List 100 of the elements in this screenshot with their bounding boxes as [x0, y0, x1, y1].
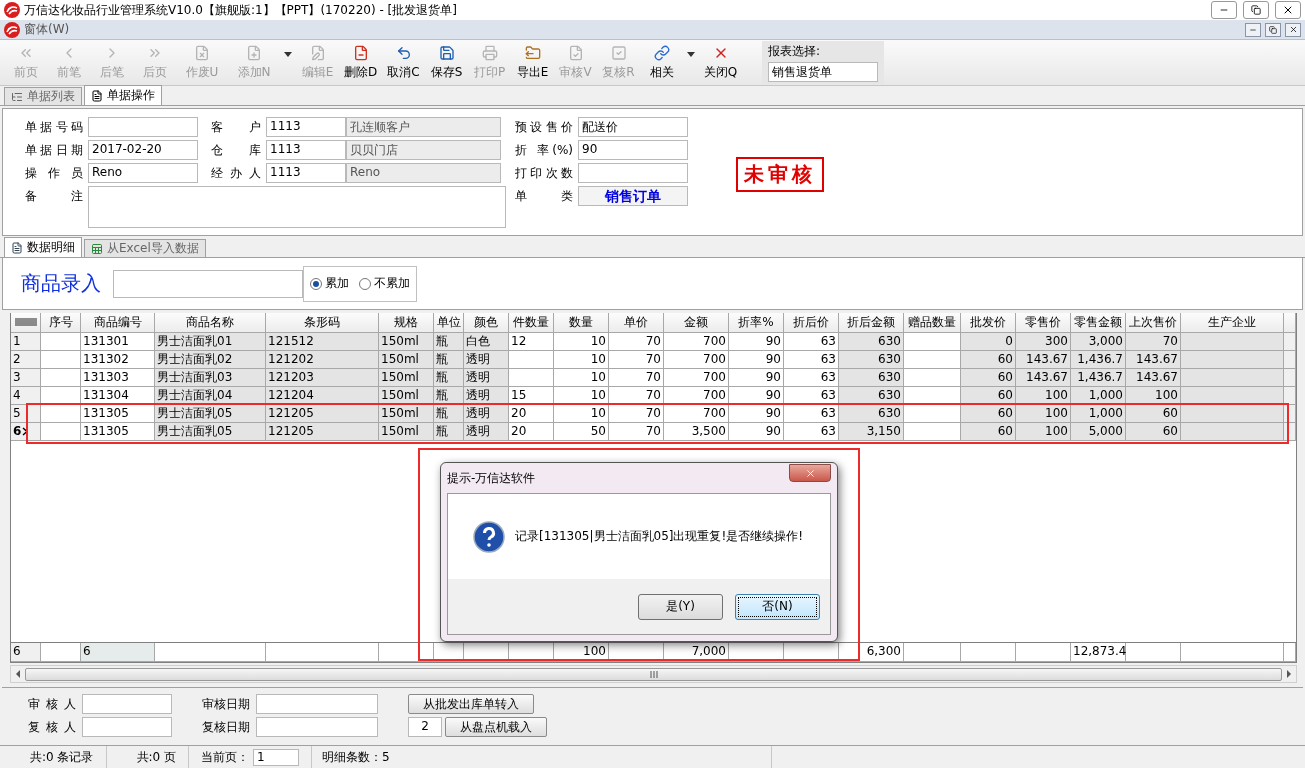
column-header[interactable]: 颜色 — [464, 313, 509, 333]
page-field[interactable]: 1 — [253, 748, 299, 766]
entry-label: 商品录入 — [21, 270, 101, 297]
field-label: 复核日期 — [202, 719, 250, 736]
column-header[interactable]: 零售价 — [1016, 313, 1071, 333]
column-header[interactable]: 条形码 — [266, 313, 379, 333]
table-cell: 瓶 — [434, 423, 464, 441]
tab[interactable]: 单据列表 — [4, 87, 82, 105]
code-field[interactable]: 1113 — [266, 117, 346, 137]
input-field[interactable]: 90 — [578, 140, 688, 160]
table-cell: 150ml — [379, 423, 434, 441]
toolbar-button[interactable]: 导出E — [511, 41, 554, 84]
toolbar-button[interactable]: 保存S — [425, 41, 468, 84]
table-cell: 1,436.7 — [1071, 351, 1126, 369]
scroll-right-icon[interactable] — [1284, 669, 1294, 679]
table-cell: 男士洁面乳03 — [155, 369, 266, 387]
column-header[interactable]: 序号 — [41, 313, 81, 333]
column-header[interactable]: 上次售价 — [1126, 313, 1181, 333]
undo-icon — [395, 44, 412, 61]
column-header[interactable]: 单价 — [609, 313, 664, 333]
table-cell: 1,000 — [1071, 405, 1126, 423]
folder-arrow-icon — [524, 44, 541, 61]
toolbar-button[interactable]: 相关 — [640, 41, 683, 84]
column-header[interactable] — [1284, 313, 1296, 333]
document-icon — [11, 241, 23, 254]
column-header[interactable]: 商品编号 — [81, 313, 155, 333]
field-label: 审核日期 — [202, 696, 250, 713]
tab[interactable]: 单据操作 — [84, 85, 162, 105]
table-cell: 100 — [1016, 423, 1071, 441]
radio-button[interactable] — [359, 277, 371, 290]
column-header[interactable]: 折率% — [729, 313, 784, 333]
column-header[interactable]: 批发价 — [961, 313, 1016, 333]
table-cell: 男士洁面乳05 — [155, 405, 266, 423]
code-field[interactable]: 1113 — [266, 140, 346, 160]
table-cell: 瓶 — [434, 351, 464, 369]
table-cell: 143.67 — [1126, 351, 1181, 369]
input-field[interactable] — [256, 694, 378, 714]
column-header[interactable]: 金额 — [664, 313, 729, 333]
field-label: 打印次数 — [515, 165, 573, 182]
input-field[interactable]: Reno — [88, 163, 198, 183]
restore-button[interactable] — [1243, 1, 1269, 19]
dialog-button[interactable]: 是(Y) — [638, 593, 723, 620]
scroll-thumb[interactable] — [25, 667, 1282, 681]
corner-header[interactable] — [11, 313, 41, 333]
field-label: 折 率(%) — [515, 142, 573, 159]
column-header[interactable]: 商品名称 — [155, 313, 266, 333]
table-cell: 60 — [961, 351, 1016, 369]
caret-icon[interactable] — [687, 52, 695, 58]
dialog-button[interactable]: 否(N) — [735, 593, 820, 620]
column-header[interactable]: 生产企业 — [1181, 313, 1284, 333]
toolbar-button[interactable]: 关闭Q — [699, 41, 742, 84]
input-field[interactable] — [256, 717, 378, 737]
input-field[interactable] — [113, 269, 303, 298]
column-header[interactable]: 赠品数量 — [904, 313, 961, 333]
row-number: 1 — [11, 333, 41, 351]
close-button[interactable] — [1275, 1, 1301, 19]
table-cell: 90 — [729, 351, 784, 369]
import-button[interactable]: 从盘点机载入 — [445, 717, 547, 737]
count-field[interactable]: 2 — [408, 717, 442, 737]
input-field[interactable]: 2017-02-20 — [88, 140, 198, 160]
input-field[interactable]: 配送价 — [578, 117, 688, 137]
report-select-field[interactable]: 销售退货单 — [768, 62, 878, 82]
memo-field[interactable] — [88, 186, 506, 228]
input-field[interactable] — [82, 694, 172, 714]
question-icon — [473, 520, 505, 553]
toolbar-button[interactable]: 取消C — [382, 41, 425, 84]
table-cell: 0 — [961, 333, 1016, 351]
report-select-label: 报表选择: — [768, 43, 822, 60]
table-cell: 131305 — [81, 423, 155, 441]
tab[interactable]: 从Excel导入数据 — [84, 239, 206, 257]
restore-icon — [1251, 5, 1261, 15]
column-header[interactable]: 数量 — [554, 313, 609, 333]
minimize-button[interactable] — [1245, 22, 1261, 37]
column-header[interactable]: 件数量 — [509, 313, 554, 333]
column-header[interactable]: 零售金额 — [1071, 313, 1126, 333]
column-header[interactable]: 折后金额 — [839, 313, 904, 333]
minimize-button[interactable] — [1211, 1, 1237, 19]
restore-button[interactable] — [1265, 22, 1281, 37]
table-cell: 121202 — [266, 351, 379, 369]
toolbar-button[interactable]: 删除D — [339, 41, 382, 84]
code-field[interactable]: 1113 — [266, 163, 346, 183]
tab[interactable]: 数据明细 — [4, 237, 82, 257]
column-header[interactable]: 规格 — [379, 313, 434, 333]
input-field[interactable] — [88, 117, 198, 137]
bill-type-field: 销售订单 — [578, 186, 688, 206]
import-button[interactable]: 从批发出库单转入 — [408, 694, 534, 714]
table-cell: 男士洁面乳02 — [155, 351, 266, 369]
input-field[interactable] — [578, 163, 688, 183]
radio-option[interactable]: 不累加 — [359, 275, 410, 292]
column-header[interactable]: 单位 — [434, 313, 464, 333]
table-cell: 300 — [1016, 333, 1071, 351]
input-field[interactable] — [82, 717, 172, 737]
horizontal-scrollbar[interactable] — [10, 665, 1297, 683]
radio-button[interactable] — [310, 277, 322, 290]
column-header[interactable]: 折后价 — [784, 313, 839, 333]
table-cell: 150ml — [379, 333, 434, 351]
radio-option[interactable]: 累加 — [310, 275, 349, 292]
close-button[interactable] — [1285, 22, 1301, 37]
name-field: 贝贝门店 — [346, 140, 501, 160]
table-cell: 150ml — [379, 351, 434, 369]
